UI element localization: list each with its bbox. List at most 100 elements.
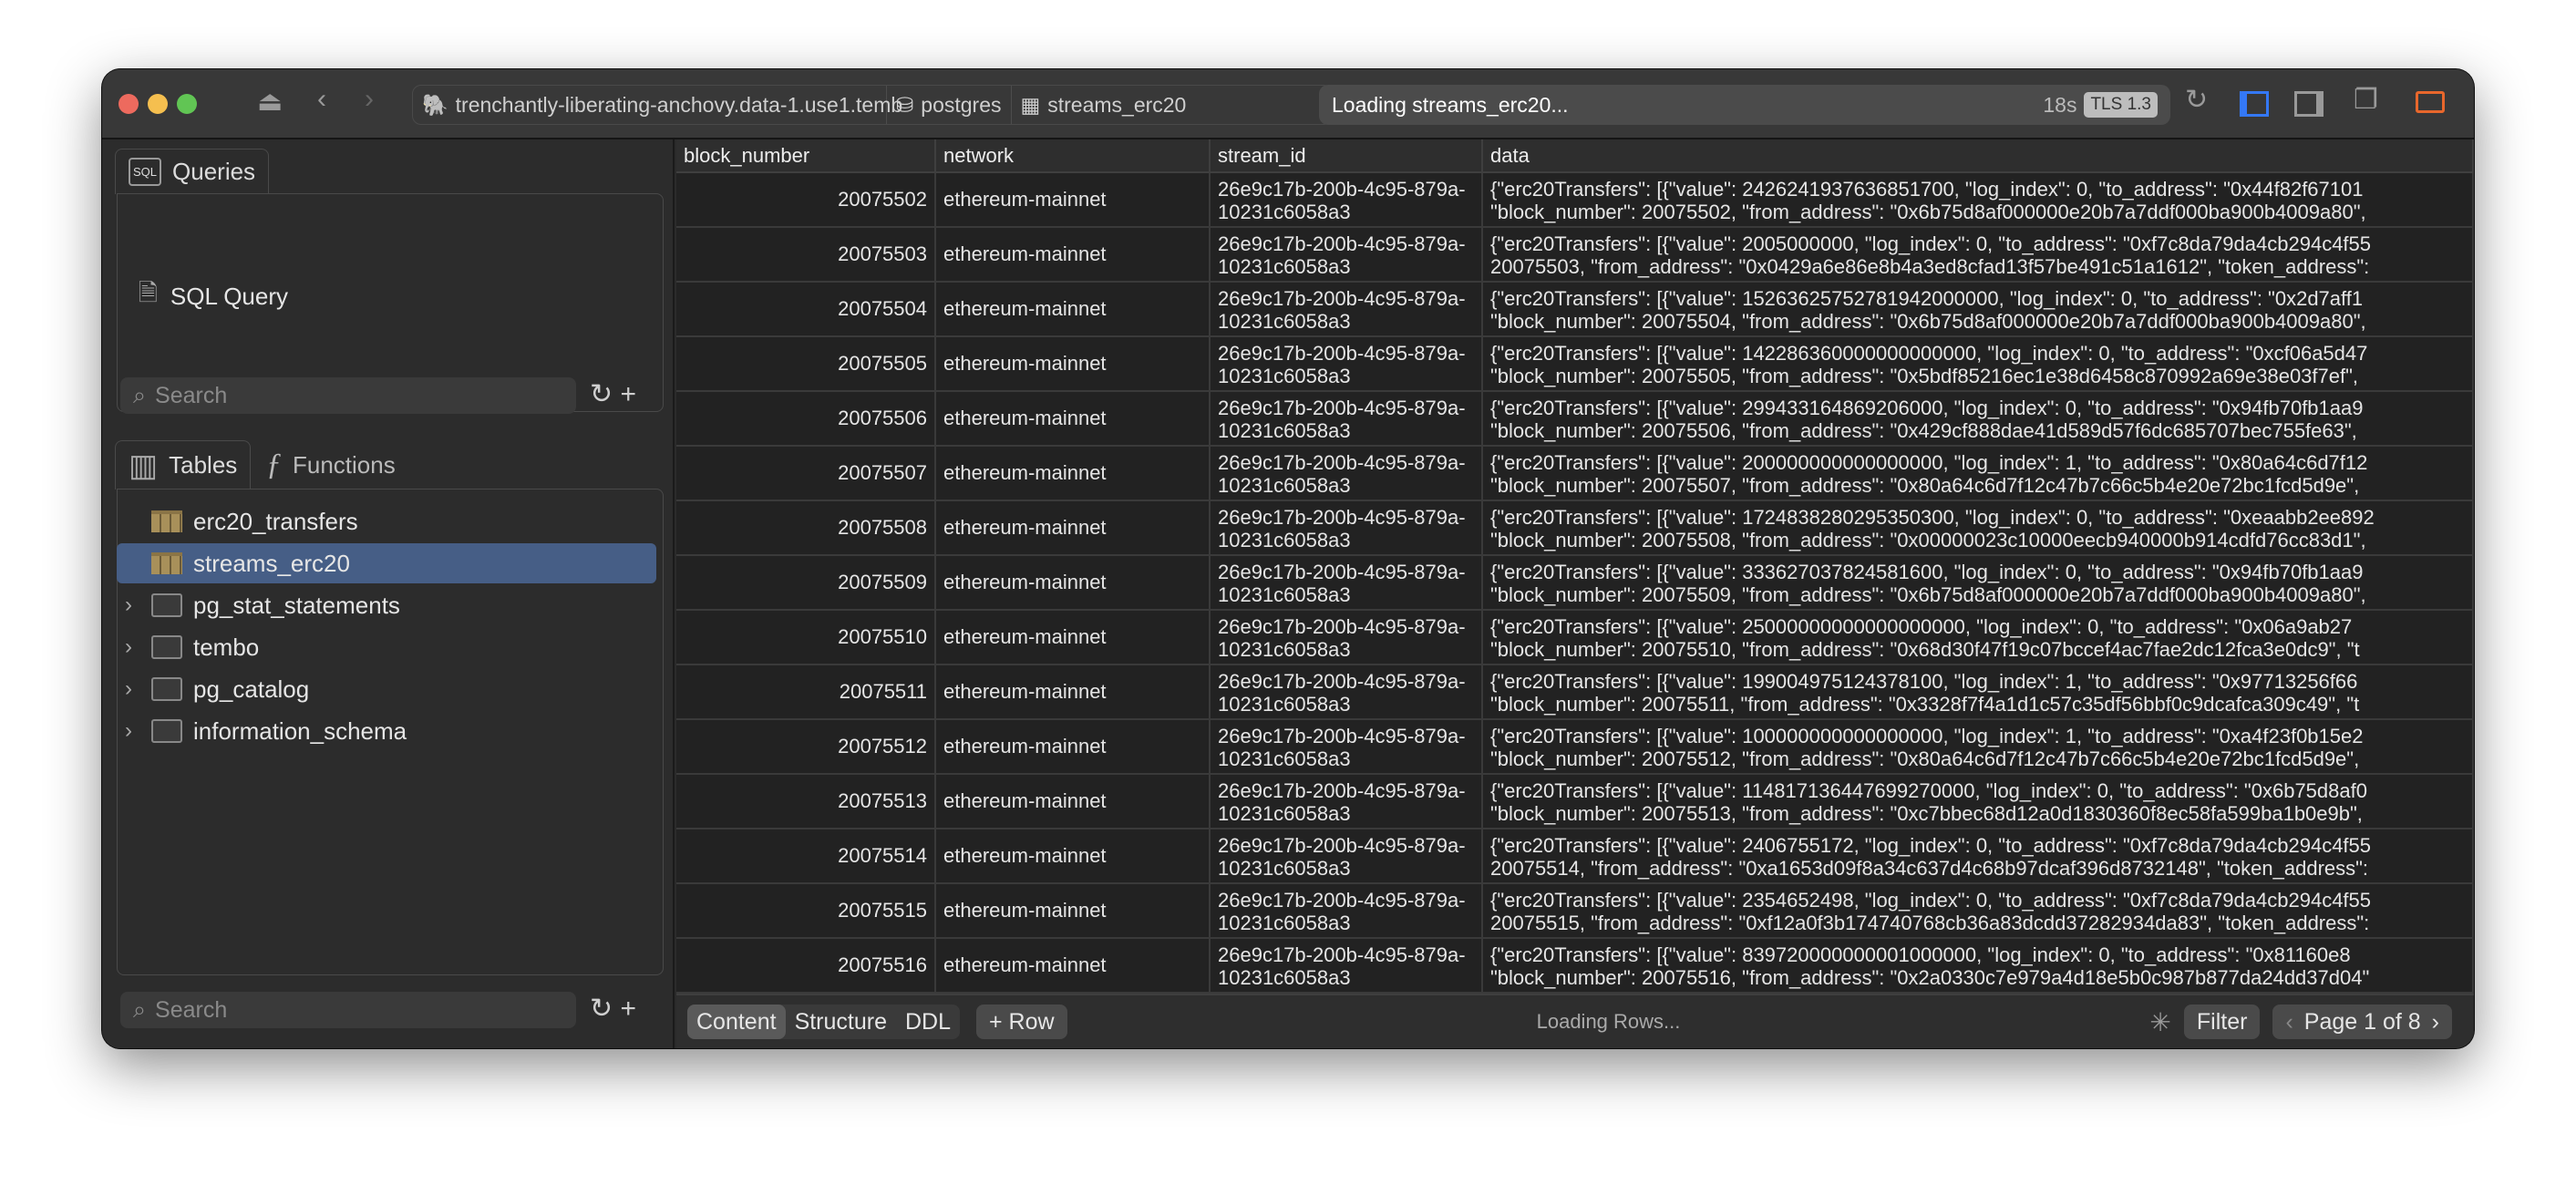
windows-icon[interactable]: ❐ <box>2354 84 2378 116</box>
cell-network[interactable]: ethereum-mainnet <box>936 665 1211 718</box>
cell-block-number[interactable]: 20075508 <box>676 501 936 554</box>
table-row[interactable]: 20075508 ethereum-mainnet 26e9c17b-200b-… <box>676 501 2474 556</box>
tab-content[interactable]: Content <box>687 1005 786 1039</box>
table-row[interactable]: 20075515 ethereum-mainnet 26e9c17b-200b-… <box>676 884 2474 939</box>
cell-network[interactable]: ethereum-mainnet <box>936 775 1211 828</box>
cell-block-number[interactable]: 20075507 <box>676 447 936 500</box>
breadcrumb-connection[interactable]: 🐘 trenchantly-liberating-anchovy.data-1.u… <box>413 86 902 124</box>
forward-icon[interactable]: › <box>365 84 374 115</box>
cell-network[interactable]: ethereum-mainnet <box>936 337 1211 390</box>
chat-icon[interactable] <box>2416 91 2445 113</box>
cell-stream-id[interactable]: 26e9c17b-200b-4c95-879a-10231c6058a3 <box>1211 884 1483 937</box>
add-icon[interactable]: + <box>620 994 636 1024</box>
table-row[interactable]: 20075504 ethereum-mainnet 26e9c17b-200b-… <box>676 283 2474 337</box>
tables-search-input[interactable]: ⌕ Search <box>120 992 576 1028</box>
cell-network[interactable]: ethereum-mainnet <box>936 447 1211 500</box>
table-row[interactable]: 20075516 ethereum-mainnet 26e9c17b-200b-… <box>676 939 2474 994</box>
add-icon[interactable]: + <box>620 379 636 409</box>
table-row[interactable]: 20075502 ethereum-mainnet 26e9c17b-200b-… <box>676 173 2474 228</box>
refresh-icon[interactable]: ↻ <box>590 379 613 409</box>
cell-network[interactable]: ethereum-mainnet <box>936 228 1211 281</box>
cell-data[interactable]: {"erc20Transfers": [{"value": 2000000000… <box>1483 447 2474 500</box>
back-icon[interactable]: ‹ <box>317 84 326 115</box>
sidebar-item-erc20-transfers[interactable]: erc20_transfers <box>117 501 656 541</box>
chevron-right-icon[interactable]: › <box>117 718 140 744</box>
eject-icon[interactable]: ⏏ <box>257 86 283 118</box>
chevron-right-icon[interactable]: › <box>117 676 140 702</box>
cell-data[interactable]: {"erc20Transfers": [{"value": 2994331648… <box>1483 392 2474 445</box>
cell-network[interactable]: ethereum-mainnet <box>936 720 1211 773</box>
cell-data[interactable]: {"erc20Transfers": [{"value": 1990049751… <box>1483 665 2474 718</box>
cell-block-number[interactable]: 20075512 <box>676 720 936 773</box>
cell-network[interactable]: ethereum-mainnet <box>936 884 1211 937</box>
column-header[interactable]: data <box>1483 139 2474 171</box>
cell-network[interactable]: ethereum-mainnet <box>936 392 1211 445</box>
cell-data[interactable]: {"erc20Transfers": [{"value": 1422863600… <box>1483 337 2474 390</box>
minimize-button[interactable] <box>148 94 168 114</box>
tab-functions[interactable]: ƒ Functions <box>266 440 396 489</box>
cell-block-number[interactable]: 20075515 <box>676 884 936 937</box>
queries-search-input[interactable]: ⌕ Search <box>120 377 576 414</box>
cell-stream-id[interactable]: 26e9c17b-200b-4c95-879a-10231c6058a3 <box>1211 775 1483 828</box>
cell-stream-id[interactable]: 26e9c17b-200b-4c95-879a-10231c6058a3 <box>1211 447 1483 500</box>
cell-data[interactable]: {"erc20Transfers": [{"value": 2500000000… <box>1483 611 2474 664</box>
cell-network[interactable]: ethereum-mainnet <box>936 501 1211 554</box>
refresh-icon[interactable]: ↻ <box>2185 84 2208 116</box>
cell-stream-id[interactable]: 26e9c17b-200b-4c95-879a-10231c6058a3 <box>1211 665 1483 718</box>
cell-block-number[interactable]: 20075505 <box>676 337 936 390</box>
table-row[interactable]: 20075505 ethereum-mainnet 26e9c17b-200b-… <box>676 337 2474 392</box>
cell-data[interactable]: {"erc20Transfers": [{"value": 1526362575… <box>1483 283 2474 335</box>
cell-data[interactable]: {"erc20Transfers": [{"value": 1148171364… <box>1483 775 2474 828</box>
sidebar-item-pg-stat-statements[interactable]: › pg_stat_statements <box>117 585 656 625</box>
table-row[interactable]: 20075511 ethereum-mainnet 26e9c17b-200b-… <box>676 665 2474 720</box>
next-page-icon[interactable]: › <box>2432 1009 2439 1036</box>
table-row[interactable]: 20075506 ethereum-mainnet 26e9c17b-200b-… <box>676 392 2474 447</box>
cell-data[interactable]: {"erc20Transfers": [{"value": 2005000000… <box>1483 228 2474 281</box>
cell-block-number[interactable]: 20075510 <box>676 611 936 664</box>
cell-block-number[interactable]: 20075511 <box>676 665 936 718</box>
cell-data[interactable]: {"erc20Transfers": [{"value": 2406755172… <box>1483 830 2474 882</box>
tab-structure[interactable]: Structure <box>786 1005 896 1039</box>
chevron-right-icon[interactable]: › <box>117 634 140 660</box>
cell-stream-id[interactable]: 26e9c17b-200b-4c95-879a-10231c6058a3 <box>1211 830 1483 882</box>
cell-network[interactable]: ethereum-mainnet <box>936 939 1211 992</box>
sidebar-item-pg-catalog[interactable]: › pg_catalog <box>117 669 656 709</box>
cell-network[interactable]: ethereum-mainnet <box>936 611 1211 664</box>
prev-page-icon[interactable]: ‹ <box>2285 1009 2293 1036</box>
cell-stream-id[interactable]: 26e9c17b-200b-4c95-879a-10231c6058a3 <box>1211 337 1483 390</box>
table-row[interactable]: 20075509 ethereum-mainnet 26e9c17b-200b-… <box>676 556 2474 611</box>
cell-stream-id[interactable]: 26e9c17b-200b-4c95-879a-10231c6058a3 <box>1211 283 1483 335</box>
cell-block-number[interactable]: 20075509 <box>676 556 936 609</box>
cell-block-number[interactable]: 20075514 <box>676 830 936 882</box>
sidebar-item-information-schema[interactable]: › information_schema <box>117 711 656 751</box>
cell-network[interactable]: ethereum-mainnet <box>936 556 1211 609</box>
cell-data[interactable]: {"erc20Transfers": [{"value": 2426241937… <box>1483 173 2474 226</box>
cell-block-number[interactable]: 20075504 <box>676 283 936 335</box>
cell-data[interactable]: {"erc20Transfers": [{"value": 8397200000… <box>1483 939 2474 992</box>
filter-button[interactable]: Filter <box>2183 1005 2261 1039</box>
cell-network[interactable]: ethereum-mainnet <box>936 173 1211 226</box>
cell-stream-id[interactable]: 26e9c17b-200b-4c95-879a-10231c6058a3 <box>1211 173 1483 226</box>
cell-stream-id[interactable]: 26e9c17b-200b-4c95-879a-10231c6058a3 <box>1211 720 1483 773</box>
cell-data[interactable]: {"erc20Transfers": [{"value": 1724838280… <box>1483 501 2474 554</box>
tab-ddl[interactable]: DDL <box>896 1005 960 1039</box>
page-indicator[interactable]: Page 1 of 8 <box>2304 1009 2421 1036</box>
cell-data[interactable]: {"erc20Transfers": [{"value": 3336270378… <box>1483 556 2474 609</box>
column-header[interactable]: stream_id <box>1211 139 1483 171</box>
cell-block-number[interactable]: 20075516 <box>676 939 936 992</box>
refresh-icon[interactable]: ↻ <box>590 994 613 1024</box>
tab-tables[interactable]: ▥ Tables <box>115 440 252 489</box>
cell-stream-id[interactable]: 26e9c17b-200b-4c95-879a-10231c6058a3 <box>1211 556 1483 609</box>
toggle-sidebar-icon[interactable] <box>2240 91 2269 117</box>
breadcrumb-table[interactable]: ▦ streams_erc20 <box>1012 86 1196 124</box>
cell-data[interactable]: {"erc20Transfers": [{"value": 1000000000… <box>1483 720 2474 773</box>
cell-block-number[interactable]: 20075506 <box>676 392 936 445</box>
sidebar-item-tembo[interactable]: › tembo <box>117 627 656 667</box>
close-button[interactable] <box>118 94 139 114</box>
cell-stream-id[interactable]: 26e9c17b-200b-4c95-879a-10231c6058a3 <box>1211 939 1483 992</box>
column-header[interactable]: block_number <box>676 139 936 171</box>
cell-block-number[interactable]: 20075502 <box>676 173 936 226</box>
cell-block-number[interactable]: 20075513 <box>676 775 936 828</box>
cell-network[interactable]: ethereum-mainnet <box>936 830 1211 882</box>
table-row[interactable]: 20075512 ethereum-mainnet 26e9c17b-200b-… <box>676 720 2474 775</box>
